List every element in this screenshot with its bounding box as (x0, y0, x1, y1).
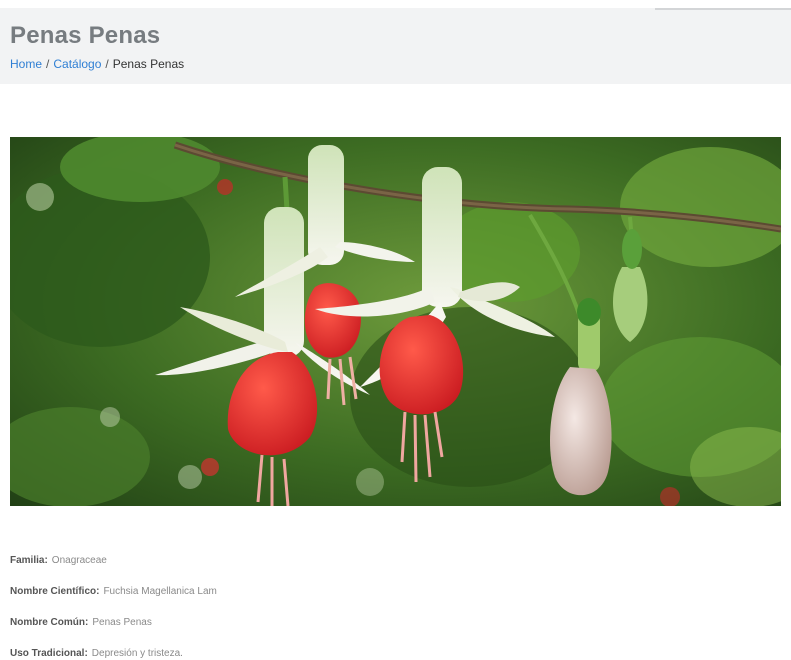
page-header: Penas Penas Home / Catálogo / Penas Penas (0, 8, 791, 84)
detail-uso-tradicional: Uso Tradicional: Depresión y tristeza. (10, 648, 217, 660)
detail-value: Fuchsia Magellanica Lam (103, 586, 217, 597)
detail-value: Penas Penas (92, 617, 152, 628)
detail-label: Uso Tradicional: (10, 648, 88, 659)
plant-details: Familia: Onagraceae Nombre Científico: Fuc… (10, 555, 217, 660)
detail-nombre-cientifico: Nombre Científico: Fuchsia Magellanica La… (10, 586, 217, 617)
breadcrumb-home-link[interactable]: Home (10, 57, 42, 71)
breadcrumb: Home / Catálogo / Penas Penas (10, 57, 184, 71)
flower-photo (10, 137, 781, 506)
detail-value: Depresión y tristeza. (91, 648, 183, 659)
detail-label: Familia: (10, 555, 48, 566)
detail-familia: Familia: Onagraceae (10, 555, 217, 586)
breadcrumb-current: Penas Penas (112, 57, 185, 71)
header-divider (655, 8, 791, 10)
detail-value: Onagraceae (51, 555, 107, 566)
detail-nombre-comun: Nombre Común: Penas Penas (10, 617, 217, 648)
page-title: Penas Penas (10, 22, 161, 49)
breadcrumb-catalog-link[interactable]: Catálogo (53, 57, 101, 71)
detail-label: Nombre Común: (10, 617, 89, 628)
breadcrumb-separator: / (105, 57, 109, 71)
breadcrumb-separator: / (46, 57, 50, 71)
page: Penas Penas Home / Catálogo / Penas Penas (0, 0, 791, 660)
detail-label: Nombre Científico: (10, 586, 100, 597)
